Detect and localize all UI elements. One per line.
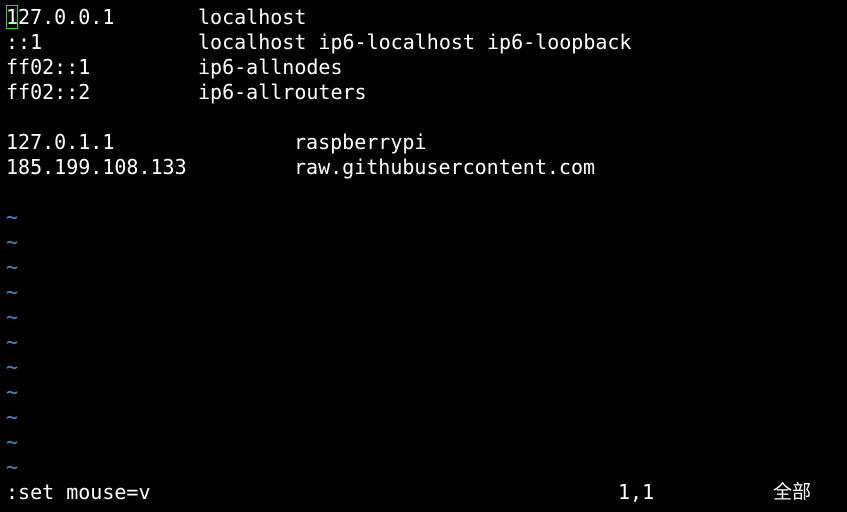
host-names: raw.githubusercontent.com: [294, 155, 596, 179]
empty-line-marker: ~: [6, 230, 19, 254]
scroll-position: 全部: [773, 481, 812, 503]
vim-editor[interactable]: 127.0.0.1 localhost ::1 localhost ip6-lo…: [0, 0, 847, 512]
host-line[interactable]: 127.0.0.1 localhost: [6, 5, 306, 30]
host-ip: ff02::2: [6, 80, 91, 104]
empty-line-marker: ~: [6, 305, 19, 329]
cursor-position: 1,1: [618, 480, 655, 504]
host-line[interactable]: 185.199.108.133 raw.githubusercontent.co…: [6, 155, 595, 180]
host-names: raspberrypi: [294, 130, 427, 154]
empty-line-marker: ~: [6, 355, 19, 379]
empty-line-marker: ~: [6, 455, 19, 479]
host-names: ip6-allrouters: [198, 80, 367, 104]
empty-line-marker: ~: [6, 255, 19, 279]
empty-line-marker: ~: [6, 430, 19, 454]
host-line[interactable]: ff02::2 ip6-allrouters: [6, 80, 367, 105]
empty-line-marker: ~: [6, 205, 19, 229]
host-line[interactable]: ::1 localhost ip6-localhost ip6-loopback: [6, 30, 631, 55]
empty-line-marker: ~: [6, 380, 19, 404]
host-ip: 127.0.0.1: [6, 5, 115, 29]
empty-line-marker: ~: [6, 405, 19, 429]
host-ip: ff02::1: [6, 55, 91, 79]
empty-line-marker: ~: [6, 330, 19, 354]
host-names: ip6-allnodes: [198, 55, 343, 79]
host-line[interactable]: ff02::1 ip6-allnodes: [6, 55, 343, 80]
status-line: :set mouse=v 1,1 全部: [0, 480, 847, 505]
host-line[interactable]: 127.0.1.1 raspberrypi: [6, 130, 426, 155]
text-cursor: 1: [6, 5, 19, 29]
host-ip: 127.0.1.1: [6, 130, 115, 154]
empty-line-marker: ~: [6, 280, 19, 304]
host-ip: 185.199.108.133: [6, 155, 187, 179]
host-names: localhost ip6-localhost ip6-loopback: [198, 30, 632, 54]
host-names: localhost: [198, 5, 307, 29]
host-ip: ::1: [6, 30, 43, 54]
command-line[interactable]: :set mouse=v: [6, 480, 151, 505]
